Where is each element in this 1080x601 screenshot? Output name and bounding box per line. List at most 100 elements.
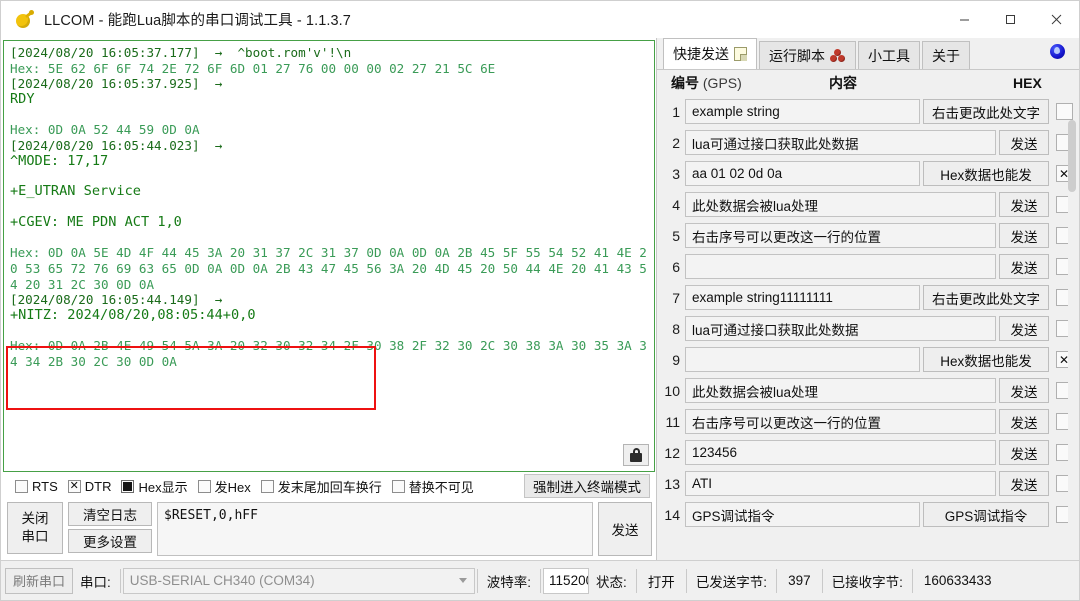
row-content-input[interactable]: 右击序号可以更改这一行的位置 (685, 409, 996, 434)
row-send-button[interactable]: 右击更改此处文字 (923, 99, 1049, 124)
row-send-button[interactable]: 发送 (999, 130, 1049, 155)
checkbox-icon[interactable] (15, 479, 28, 493)
option-3[interactable]: Hex显示 (121, 477, 194, 496)
header-content: 内容 (829, 75, 857, 91)
row-content-input[interactable]: 此处数据会被lua处理 (685, 192, 996, 217)
more-settings-button[interactable]: 更多设置 (68, 529, 152, 553)
row-index[interactable]: 11 (663, 414, 685, 430)
row-content-input[interactable]: example string (685, 99, 920, 124)
sent-bytes-label: 已发送字节: (695, 574, 768, 590)
quick-send-row: 3 aa 01 02 0d 0a Hex数据也能发 (663, 158, 1079, 189)
row-send-button[interactable]: 发送 (999, 192, 1049, 217)
divider (821, 568, 823, 593)
row-index[interactable]: 1 (663, 104, 685, 120)
row-content-input[interactable]: 123456 (685, 440, 996, 465)
option-5[interactable]: 发末尾加回车换行 (260, 477, 389, 496)
status-bar: 刷新串口 串口: USB-SERIAL CH340 (COM34) 波特率: 1… (1, 560, 1079, 600)
row-content-input[interactable]: lua可通过接口获取此处数据 (685, 130, 996, 155)
log-data-line: +E_UTRAN Service (10, 183, 141, 200)
log-timestamp-line: [2024/08/20 16:05:44.149] → (10, 292, 223, 308)
checkbox-icon[interactable] (67, 479, 81, 493)
row-content-input[interactable]: 此处数据会被lua处理 (685, 378, 996, 403)
row-send-button[interactable]: Hex数据也能发 (923, 347, 1049, 372)
row-send-button[interactable]: 发送 (999, 471, 1049, 496)
quick-send-row: 1 example string 右击更改此处文字 (663, 96, 1079, 127)
row-index[interactable]: 4 (663, 197, 685, 213)
checkbox-icon[interactable] (197, 479, 211, 493)
option-label: Hex显示 (138, 479, 188, 495)
serial-options-row: RTS DTR Hex显示 发Hex 发末尾加回车换行 替换不可见 强制进入终端模式 (1, 472, 656, 500)
row-send-button[interactable]: 右击更改此处文字 (923, 285, 1049, 310)
received-bytes-value: 160633433 (923, 573, 992, 588)
serial-log-output: [2024/08/20 16:05:37.177] → ^boot.rom'v'… (4, 41, 654, 471)
row-send-button[interactable]: 发送 (999, 254, 1049, 279)
row-send-button[interactable]: 发送 (999, 378, 1049, 403)
checkbox-icon[interactable] (260, 479, 274, 493)
option-1[interactable]: RTS (15, 479, 65, 494)
quick-send-row: 14 GPS调试指令 GPS调试指令 (663, 499, 1079, 530)
send-input[interactable]: $RESET,0,hFF (157, 502, 593, 556)
option-6[interactable]: 替换不可见 (391, 477, 481, 496)
row-index[interactable]: 9 (663, 352, 685, 368)
right-panel-tabs: 快捷发送 运行脚本 小工具 关于 (657, 38, 1079, 70)
option-2[interactable]: DTR (67, 479, 119, 494)
row-index[interactable]: 13 (663, 476, 685, 492)
row-send-button[interactable]: Hex数据也能发 (923, 161, 1049, 186)
log-data-line: RDY (10, 90, 35, 107)
serial-log-panel[interactable]: [2024/08/20 16:05:37.177] → ^boot.rom'v'… (3, 40, 655, 472)
force-terminal-mode-button[interactable]: 强制进入终端模式 (524, 474, 650, 498)
close-button[interactable] (1033, 1, 1079, 38)
quick-send-scrollbar[interactable] (1068, 120, 1076, 552)
refresh-ports-button[interactable]: 刷新串口 (5, 567, 74, 594)
row-index[interactable]: 6 (663, 259, 685, 275)
quick-send-list: 1 example string 右击更改此处文字 2 lua可通过接口获取此处数据 发送… (657, 96, 1079, 558)
row-send-button[interactable]: 发送 (999, 316, 1049, 341)
row-index[interactable]: 10 (663, 383, 685, 399)
row-index[interactable]: 2 (663, 135, 685, 151)
llcom-logo-icon (14, 9, 36, 31)
row-index[interactable]: 8 (663, 321, 685, 337)
scrollbar-thumb[interactable] (1068, 120, 1076, 192)
row-index[interactable]: 14 (663, 507, 685, 523)
checkbox-icon[interactable] (391, 479, 405, 493)
log-data-line: ^MODE: 17,17 (10, 152, 109, 169)
option-4[interactable]: 发Hex (197, 477, 258, 496)
row-hex-checkbox[interactable] (1055, 103, 1073, 120)
row-content-input[interactable] (685, 254, 996, 279)
port-select[interactable]: USB-SERIAL CH340 (COM34) (122, 567, 475, 594)
scroll-lock-button[interactable] (623, 444, 649, 466)
quick-send-row: 9 Hex数据也能发 (663, 344, 1079, 375)
row-index[interactable]: 7 (663, 290, 685, 306)
row-send-button[interactable]: 发送 (999, 223, 1049, 248)
tab-2[interactable]: 运行脚本 (759, 41, 856, 69)
header-no-sub: (GPS) (702, 75, 742, 91)
minimize-button[interactable] (941, 1, 987, 38)
tab-1[interactable]: 快捷发送 (663, 38, 757, 69)
row-send-button[interactable]: GPS调试指令 (923, 502, 1049, 527)
tab-4[interactable]: 关于 (922, 41, 970, 69)
row-content-input[interactable]: ATI (685, 471, 996, 496)
row-send-button[interactable]: 发送 (999, 440, 1049, 465)
baud-input[interactable]: 115200 (543, 567, 590, 594)
row-content-input[interactable]: lua可通过接口获取此处数据 (685, 316, 996, 341)
tab-3[interactable]: 小工具 (858, 41, 920, 69)
send-button[interactable]: 发送 (598, 502, 652, 556)
globe-icon[interactable] (1050, 44, 1065, 59)
row-index[interactable]: 12 (663, 445, 685, 461)
window-title: LLCOM - 能跑Lua脚本的串口调试工具 - 1.1.3.7 (44, 13, 351, 29)
checkbox-icon[interactable] (121, 479, 135, 493)
maximize-button[interactable] (987, 1, 1033, 38)
close-port-button[interactable]: 关闭 串口 (7, 502, 63, 554)
row-index[interactable]: 3 (663, 166, 685, 182)
port-select-value: USB-SERIAL CH340 (COM34) (129, 573, 315, 588)
row-content-input[interactable]: aa 01 02 0d 0a (685, 161, 920, 186)
port-label: 串口: (80, 574, 111, 590)
row-content-input[interactable]: GPS调试指令 (685, 502, 920, 527)
clear-log-button[interactable]: 清空日志 (68, 502, 152, 526)
row-content-input[interactable]: example string11111111 (685, 285, 920, 310)
row-hex-cell (1049, 103, 1079, 120)
row-content-input[interactable] (685, 347, 920, 372)
row-content-input[interactable]: 右击序号可以更改这一行的位置 (685, 223, 996, 248)
row-send-button[interactable]: 发送 (999, 409, 1049, 434)
row-index[interactable]: 5 (663, 228, 685, 244)
